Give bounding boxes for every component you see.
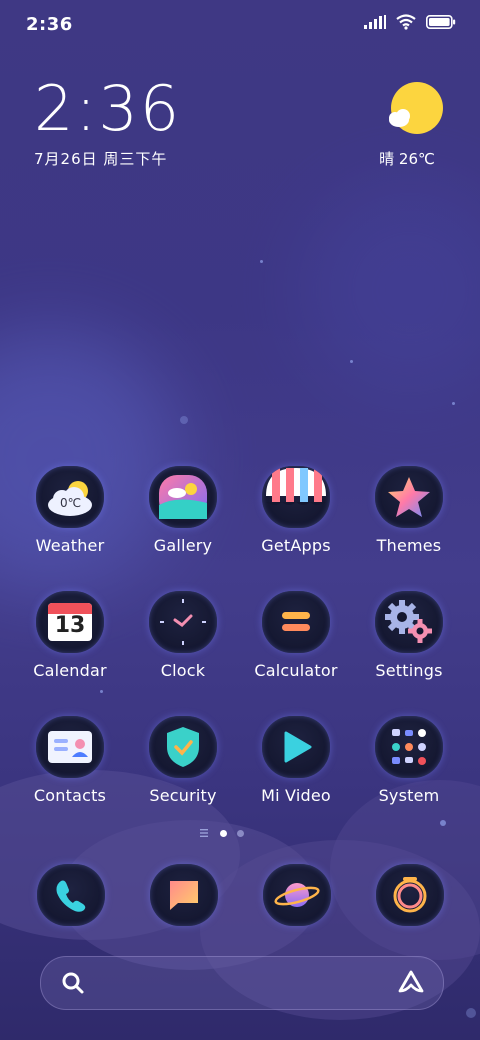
app-contacts[interactable]: Contacts bbox=[14, 716, 126, 805]
bg-star bbox=[452, 402, 455, 405]
app-getapps[interactable]: GetApps bbox=[240, 466, 352, 555]
status-time: 2:36 bbox=[26, 14, 73, 35]
battery-icon bbox=[426, 15, 456, 29]
widget-date: 7月26日 周三下午 bbox=[34, 150, 168, 168]
page-dot-active bbox=[220, 829, 227, 837]
camera-icon bbox=[376, 864, 444, 926]
bg-star bbox=[180, 416, 188, 424]
status-bar: 2:36 bbox=[0, 0, 480, 50]
page-list-icon bbox=[200, 829, 208, 837]
bg-star bbox=[440, 820, 446, 826]
app-label: System bbox=[378, 786, 440, 805]
app-label: Calendar bbox=[33, 661, 107, 680]
weather-text: 晴 26℃ bbox=[379, 150, 435, 168]
widget-clock-time: 2:36 bbox=[34, 72, 182, 145]
planet-icon bbox=[263, 864, 331, 926]
sunny-weather-icon bbox=[389, 82, 443, 134]
app-label: Gallery bbox=[153, 536, 213, 555]
page-indicator[interactable] bbox=[200, 828, 244, 838]
app-label: Calculator bbox=[254, 661, 338, 680]
dock-camera[interactable] bbox=[376, 864, 444, 926]
calendar-day: 13 bbox=[54, 613, 86, 638]
app-weather[interactable]: 0℃ Weather bbox=[14, 466, 126, 555]
video-icon bbox=[262, 716, 330, 778]
dock-messages[interactable] bbox=[150, 864, 218, 926]
bg-star bbox=[466, 1008, 476, 1018]
app-label: GetApps bbox=[261, 536, 331, 555]
app-clock[interactable]: Clock bbox=[127, 591, 239, 680]
app-settings[interactable]: Settings bbox=[353, 591, 465, 680]
app-label: Settings bbox=[375, 661, 443, 680]
app-system-folder[interactable]: System bbox=[353, 716, 465, 805]
app-calendar[interactable]: 13 Calendar bbox=[14, 591, 126, 680]
dock-browser[interactable] bbox=[263, 864, 331, 926]
clock-widget[interactable]: 2:36 7月26日 周三下午 bbox=[34, 74, 181, 169]
app-label: Contacts bbox=[33, 786, 107, 805]
app-themes[interactable]: Themes bbox=[353, 466, 465, 555]
wifi-icon bbox=[396, 14, 416, 30]
messages-icon bbox=[150, 864, 218, 926]
search-icon bbox=[62, 972, 84, 994]
weather-app-temp: 0℃ bbox=[60, 496, 82, 510]
contacts-icon bbox=[36, 716, 104, 778]
getapps-icon bbox=[262, 466, 330, 528]
assistant-icon[interactable] bbox=[397, 969, 425, 995]
settings-icon bbox=[375, 591, 443, 653]
bg-glow bbox=[300, 180, 480, 400]
clock-icon bbox=[149, 591, 217, 653]
home-screen: 2:36 2:36 7月26日 周三下午 晴 26℃ 0℃ Weather Ga… bbox=[0, 0, 480, 1040]
app-mi-video[interactable]: Mi Video bbox=[240, 716, 352, 805]
weather-widget[interactable]: 晴 26℃ bbox=[379, 82, 444, 169]
app-label: Security bbox=[149, 786, 217, 805]
signal-icon bbox=[364, 15, 386, 29]
page-dot bbox=[237, 829, 244, 837]
app-calculator[interactable]: Calculator bbox=[240, 591, 352, 680]
app-label: Themes bbox=[376, 536, 442, 555]
bg-star bbox=[350, 360, 353, 363]
calendar-icon: 13 bbox=[36, 591, 104, 653]
bg-star bbox=[260, 260, 263, 263]
search-bar[interactable] bbox=[40, 956, 444, 1010]
app-gallery[interactable]: Gallery bbox=[127, 466, 239, 555]
app-label: Mi Video bbox=[261, 786, 331, 805]
app-label: Clock bbox=[160, 661, 206, 680]
system-folder-icon bbox=[375, 716, 443, 778]
gallery-icon bbox=[149, 466, 217, 528]
app-security[interactable]: Security bbox=[127, 716, 239, 805]
themes-icon bbox=[375, 466, 443, 528]
security-icon bbox=[149, 716, 217, 778]
dock-phone[interactable] bbox=[37, 864, 105, 926]
calculator-icon bbox=[262, 591, 330, 653]
app-label: Weather bbox=[35, 536, 105, 555]
weather-icon: 0℃ bbox=[36, 466, 104, 528]
bg-star bbox=[100, 690, 103, 693]
status-icons bbox=[364, 14, 456, 30]
phone-icon bbox=[37, 864, 105, 926]
